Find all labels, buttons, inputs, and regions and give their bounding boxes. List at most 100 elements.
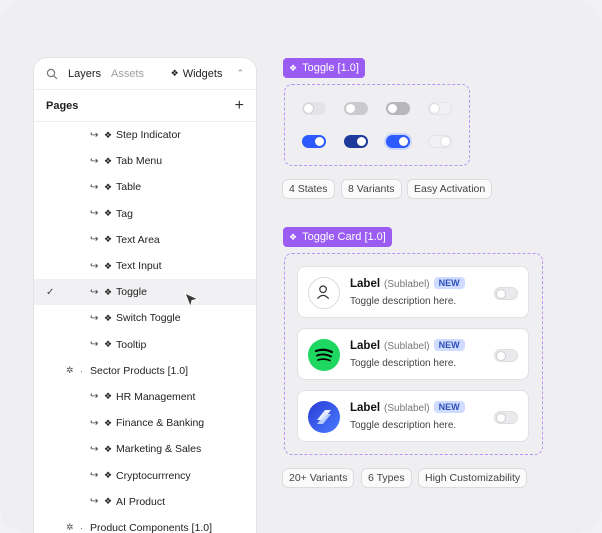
mouse-cursor-icon — [184, 292, 200, 308]
new-badge: NEW — [433, 339, 465, 351]
page-item[interactable]: ✓ ↪ ❖ Toggle — [34, 279, 256, 306]
sub-page-arrow-icon: ↪ — [90, 443, 99, 455]
page-item-label: Tooltip — [116, 338, 147, 351]
page-item-label: Finance & Banking — [116, 417, 205, 430]
page-item[interactable]: ↪ ❖ Text Input — [34, 253, 256, 279]
tag-easy-activation: Easy Activation — [407, 179, 493, 199]
tab-assets[interactable]: Assets — [111, 68, 144, 80]
user-icon — [308, 277, 340, 309]
toggle-variants-frame — [284, 84, 470, 166]
component-icon: ❖ — [104, 496, 113, 507]
sub-page-arrow-icon: ↪ — [90, 260, 99, 272]
component-icon: ❖ — [289, 62, 298, 73]
card-toggle[interactable] — [494, 349, 518, 362]
page-item-label: Switch Toggle — [116, 312, 181, 325]
toggle-section-title[interactable]: ❖ Toggle [1.0] — [283, 58, 365, 78]
toggle-on-focused[interactable] — [386, 135, 410, 148]
page-item-label: Step Indicator — [116, 129, 181, 142]
page-item[interactable]: ↪ ❖ Table — [34, 174, 256, 200]
page-item[interactable]: ↪ ❖ Tooltip — [34, 332, 256, 358]
layers-panel: Layers Assets ❖ Widgets ⌃ Pages + ↪ ❖ Step… — [33, 57, 257, 533]
tag-20-variants: 20+ Variants — [282, 468, 355, 488]
card-description: Toggle description here. — [350, 358, 457, 369]
page-item-label: Toggle — [116, 286, 147, 299]
card-sublabel: (Sublabel) — [384, 341, 430, 352]
page-item-label: AI Product — [116, 495, 166, 508]
card-label: Label — [350, 402, 381, 414]
toggle-off-default[interactable] — [302, 102, 326, 115]
component-icon: ❖ — [104, 312, 113, 323]
page-item-label: Tab Menu — [116, 155, 163, 168]
sub-page-arrow-icon: ↪ — [90, 391, 99, 403]
page-item[interactable]: ↪ ❖ Marketing & Sales — [34, 436, 256, 462]
page-list: ↪ ❖ Step Indicator ↪ ❖ Tab Menu ↪ ❖ Table ↪ ❖ Tag ↪ ❖… — [34, 122, 256, 533]
toggle-on-disabled[interactable] — [428, 135, 452, 148]
sub-page-arrow-icon: ↪ — [90, 417, 99, 429]
card-description: Toggle description here. — [350, 296, 457, 307]
toggle-off-pressed[interactable] — [386, 102, 410, 115]
page-item-label: Product Components [1.0] — [90, 521, 212, 533]
page-item-label: Text Input — [116, 260, 162, 273]
sub-page-arrow-icon: ↪ — [90, 286, 99, 298]
new-badge: NEW — [433, 401, 465, 413]
page-item[interactable]: ↪ ❖ Switch Toggle — [34, 305, 256, 331]
tab-layers[interactable]: Layers — [68, 68, 101, 80]
page-item-label: Table — [116, 181, 142, 194]
toggle-card-1[interactable]: Label (Sublabel) NEW Toggle description he… — [297, 266, 529, 318]
dot-icon: · — [80, 365, 83, 376]
card-toggle[interactable] — [494, 411, 518, 424]
dot-icon: · — [80, 522, 83, 533]
component-icon: ❖ — [104, 181, 113, 192]
component-icon: ❖ — [104, 443, 113, 454]
page-item[interactable]: ↪ ❖ Text Area — [34, 227, 256, 253]
toggle-on-default[interactable] — [302, 135, 326, 148]
sub-page-arrow-icon: ↪ — [90, 129, 99, 141]
tag-variants: 8 Variants — [341, 179, 402, 199]
page-item-label: Cryptocurrrency — [116, 469, 191, 482]
pages-label: Pages — [46, 99, 79, 112]
toggle-card-3[interactable]: Label (Sublabel) NEW Toggle description he… — [297, 390, 529, 442]
section-item[interactable]: ✲ · Sector Products [1.0] — [34, 358, 256, 384]
component-icon: ❖ — [104, 208, 113, 219]
component-icon: ❖ — [104, 417, 113, 428]
sub-page-arrow-icon: ↪ — [90, 234, 99, 246]
toggle-card-title-label: Toggle Card [1.0] — [302, 231, 386, 243]
section-icon: ✲ — [66, 522, 74, 533]
toggle-title-label: Toggle [1.0] — [302, 62, 359, 74]
search-icon[interactable] — [46, 68, 58, 80]
check-icon: ✓ — [46, 286, 55, 298]
toggle-card-section-title[interactable]: ❖ Toggle Card [1.0] — [283, 227, 392, 247]
add-page-button[interactable]: + — [235, 97, 244, 115]
toggle-card-2[interactable]: Label (Sublabel) NEW Toggle description he… — [297, 328, 529, 380]
panel-header: Layers Assets ❖ Widgets ⌃ — [34, 58, 256, 90]
page-item[interactable]: ↪ ❖ Tab Menu — [34, 148, 256, 174]
toggle-on-hover[interactable] — [344, 135, 368, 148]
page-item-label: Marketing & Sales — [116, 443, 202, 456]
page-item[interactable]: ↪ ❖ AI Product — [34, 489, 256, 515]
page-item[interactable]: ↪ ❖ Step Indicator — [34, 122, 256, 148]
component-icon: ❖ — [289, 231, 298, 242]
component-icon: ❖ — [104, 155, 113, 166]
new-badge: NEW — [433, 277, 465, 289]
app-logo-icon — [308, 401, 340, 433]
sub-page-arrow-icon: ↪ — [90, 208, 99, 220]
page-item[interactable]: ↪ ❖ Finance & Banking — [34, 410, 256, 436]
section-item[interactable]: ✲ · Product Components [1.0] — [34, 515, 256, 533]
page-item[interactable]: ↪ ❖ Cryptocurrrency — [34, 462, 256, 488]
card-description: Toggle description here. — [350, 420, 457, 431]
toggle-off-hover[interactable] — [344, 102, 368, 115]
card-toggle[interactable] — [494, 287, 518, 300]
sub-page-arrow-icon: ↪ — [90, 496, 99, 508]
toggle-off-disabled[interactable] — [428, 102, 452, 115]
component-icon: ❖ — [104, 260, 113, 271]
component-icon: ❖ — [104, 286, 113, 297]
pages-header: Pages + — [34, 90, 256, 122]
tag-high-customizability: High Customizability — [418, 468, 528, 488]
page-item[interactable]: ↪ ❖ HR Management — [34, 384, 256, 410]
widgets-dropdown[interactable]: ❖ Widgets ⌃ — [171, 68, 244, 80]
canvas: Layers Assets ❖ Widgets ⌃ Pages + ↪ ❖ Step… — [0, 0, 602, 533]
page-item[interactable]: ↪ ❖ Tag — [34, 201, 256, 227]
component-icon: ❖ — [104, 129, 113, 140]
sub-page-arrow-icon: ↪ — [90, 181, 99, 193]
chevron-up-icon: ⌃ — [236, 68, 244, 78]
